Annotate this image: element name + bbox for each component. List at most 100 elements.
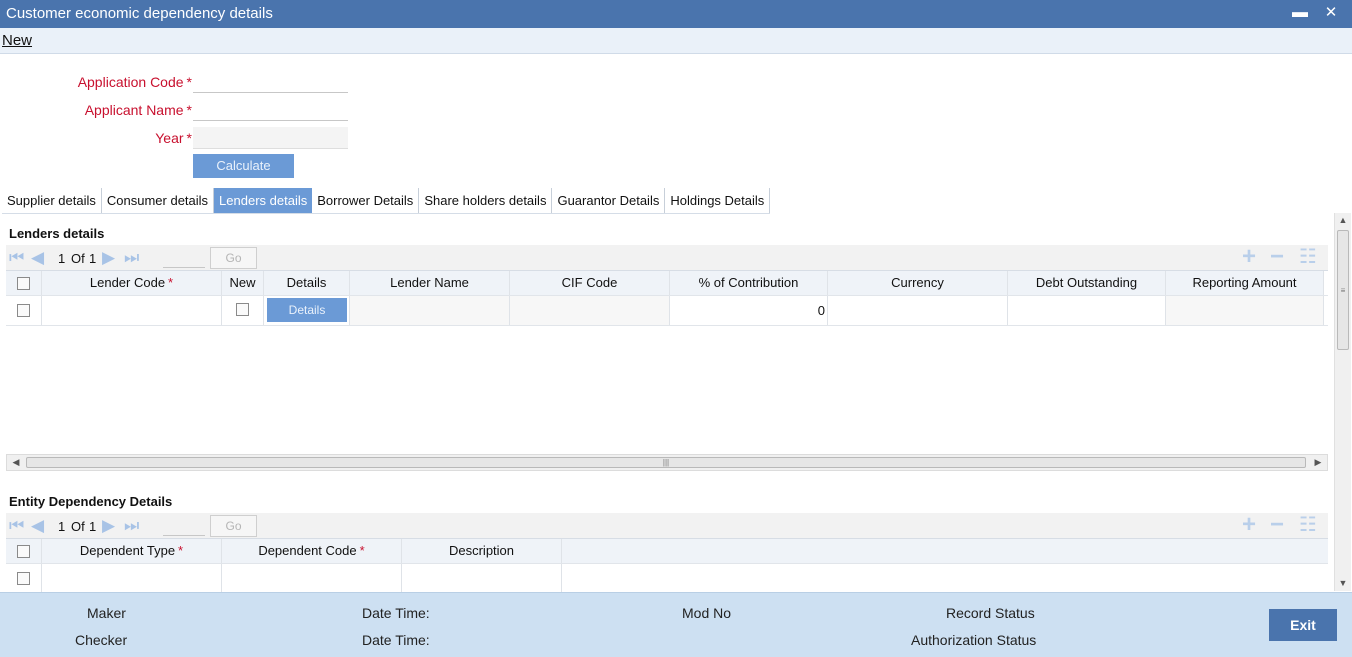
- column-header-lender-name: Lender Name: [350, 271, 510, 295]
- scroll-right-icon[interactable]: ▶: [1310, 455, 1326, 470]
- previous-page-icon[interactable]: ◀: [31, 516, 44, 536]
- column-header-dependent-type: Dependent Type *: [42, 539, 222, 563]
- current-page: 1: [58, 251, 66, 266]
- delete-row-icon[interactable]: −: [1270, 245, 1284, 269]
- go-button[interactable]: Go: [210, 515, 257, 537]
- tab-borrower-details[interactable]: Borrower Details: [312, 188, 420, 213]
- last-page-icon[interactable]: ⏭: [124, 248, 139, 268]
- year-input[interactable]: [193, 127, 348, 149]
- currency-cell[interactable]: [828, 296, 1008, 325]
- calculate-button[interactable]: Calculate: [193, 154, 294, 178]
- minimize-icon[interactable]: ▬: [1290, 0, 1310, 28]
- column-header-new: New: [222, 271, 264, 295]
- dependent-code-cell[interactable]: [222, 564, 402, 592]
- scroll-down-icon[interactable]: ▼: [1335, 576, 1351, 591]
- column-header-details: Details: [264, 271, 350, 295]
- lenders-section-title: Lenders details: [9, 226, 105, 241]
- column-header-dependent-code: Dependent Code *: [222, 539, 402, 563]
- record-status-label: Record Status: [946, 605, 1035, 621]
- new-checkbox[interactable]: [236, 303, 249, 317]
- column-header-contribution: % of Contribution: [670, 271, 828, 295]
- exit-button[interactable]: Exit: [1269, 609, 1337, 641]
- row-select-cell: [6, 564, 42, 592]
- table-row: [6, 564, 1328, 592]
- lenders-pager: ⏮ ◀ 1 Of 1 ▶ ⏭ Go + − ☷: [6, 245, 1328, 271]
- details-cell: Details: [264, 296, 350, 325]
- maker-date-time-label: Date Time:: [362, 605, 430, 621]
- single-view-icon[interactable]: ☷: [1299, 246, 1317, 268]
- tab-consumer-details[interactable]: Consumer details: [102, 188, 215, 213]
- go-button[interactable]: Go: [210, 247, 257, 269]
- lenders-grid: Lender Code * New Details Lender Name CIF…: [6, 270, 1328, 454]
- previous-page-icon[interactable]: ◀: [31, 248, 44, 268]
- delete-row-icon[interactable]: −: [1270, 513, 1284, 537]
- description-cell[interactable]: [402, 564, 562, 592]
- page-of-label: Of: [71, 251, 85, 266]
- lenders-horizontal-scrollbar[interactable]: ◀ ||| ▶: [6, 454, 1328, 471]
- reporting-amount-cell[interactable]: [1166, 296, 1324, 325]
- row-select-cell: [6, 296, 42, 325]
- page-vertical-scrollbar[interactable]: ▲ ≡ ▼: [1334, 213, 1351, 591]
- scroll-up-icon[interactable]: ▲: [1335, 213, 1351, 228]
- window-title: Customer economic dependency details: [6, 5, 273, 22]
- page-number-input[interactable]: [163, 249, 205, 268]
- lender-name-cell[interactable]: [350, 296, 510, 325]
- new-menu-item[interactable]: New: [2, 32, 32, 49]
- entity-section-title: Entity Dependency Details: [9, 494, 173, 509]
- close-icon[interactable]: ✕: [1321, 0, 1341, 28]
- vertical-scroll-thumb[interactable]: ≡: [1337, 230, 1349, 350]
- select-all-checkbox[interactable]: [17, 277, 30, 291]
- column-header-currency: Currency: [828, 271, 1008, 295]
- page-of-label: Of: [71, 519, 85, 534]
- page-number-input[interactable]: [163, 517, 205, 536]
- authorization-status-label: Authorization Status: [911, 632, 1037, 648]
- lender-code-cell[interactable]: [42, 296, 222, 325]
- checker-label: Checker: [75, 632, 128, 648]
- add-row-icon[interactable]: +: [1242, 513, 1256, 537]
- tab-share-holders-details[interactable]: Share holders details: [419, 188, 553, 213]
- horizontal-scroll-thumb[interactable]: |||: [26, 457, 1306, 468]
- last-page-icon[interactable]: ⏭: [124, 516, 139, 536]
- row-select-checkbox[interactable]: [17, 304, 30, 318]
- add-row-icon[interactable]: +: [1242, 245, 1256, 269]
- next-page-icon[interactable]: ▶: [102, 248, 115, 268]
- tab-bar: Supplier details Consumer details Lender…: [2, 188, 771, 214]
- table-row: Details 0: [6, 296, 1328, 326]
- select-all-checkbox[interactable]: [17, 545, 30, 559]
- entity-grid: Dependent Type * Dependent Code * Descript…: [6, 538, 1328, 592]
- year-label: Year *: [155, 130, 192, 146]
- details-button[interactable]: Details: [267, 298, 347, 322]
- single-view-icon[interactable]: ☷: [1299, 514, 1317, 536]
- dependent-type-cell[interactable]: [42, 564, 222, 592]
- applicant-name-label: Applicant Name *: [84, 102, 192, 118]
- header-filler: [562, 539, 1328, 563]
- column-header-debt-outstanding: Debt Outstanding: [1008, 271, 1166, 295]
- total-pages: 1: [89, 519, 97, 534]
- tab-supplier-details[interactable]: Supplier details: [2, 188, 102, 213]
- tab-lenders-details[interactable]: Lenders details: [214, 188, 313, 213]
- audit-footer: Maker Checker Date Time: Date Time: Mod …: [0, 592, 1352, 657]
- tab-guarantor-details[interactable]: Guarantor Details: [552, 188, 666, 213]
- row-select-checkbox[interactable]: [17, 572, 30, 586]
- scroll-left-icon[interactable]: ◀: [8, 455, 24, 470]
- select-all-cell: [6, 271, 42, 295]
- entity-pager: ⏮ ◀ 1 Of 1 ▶ ⏭ Go + − ☷: [6, 513, 1328, 539]
- debt-outstanding-cell[interactable]: [1008, 296, 1166, 325]
- next-page-icon[interactable]: ▶: [102, 516, 115, 536]
- current-page: 1: [58, 519, 66, 534]
- entity-header-row: Dependent Type * Dependent Code * Descript…: [6, 539, 1328, 564]
- applicant-name-input[interactable]: [193, 99, 348, 121]
- column-header-cif-code: CIF Code: [510, 271, 670, 295]
- contribution-cell[interactable]: 0: [670, 296, 828, 325]
- first-page-icon[interactable]: ⏮: [9, 516, 24, 536]
- tab-holdings-details[interactable]: Holdings Details: [665, 188, 771, 213]
- column-header-reporting-amount: Reporting Amount: [1166, 271, 1324, 295]
- first-page-icon[interactable]: ⏮: [9, 248, 24, 268]
- cif-code-cell[interactable]: [510, 296, 670, 325]
- mod-no-label: Mod No: [682, 605, 732, 621]
- column-header-description: Description: [402, 539, 562, 563]
- application-code-input[interactable]: [193, 71, 348, 93]
- total-pages: 1: [89, 251, 97, 266]
- select-all-cell: [6, 539, 42, 563]
- checker-date-time-label: Date Time:: [362, 632, 430, 648]
